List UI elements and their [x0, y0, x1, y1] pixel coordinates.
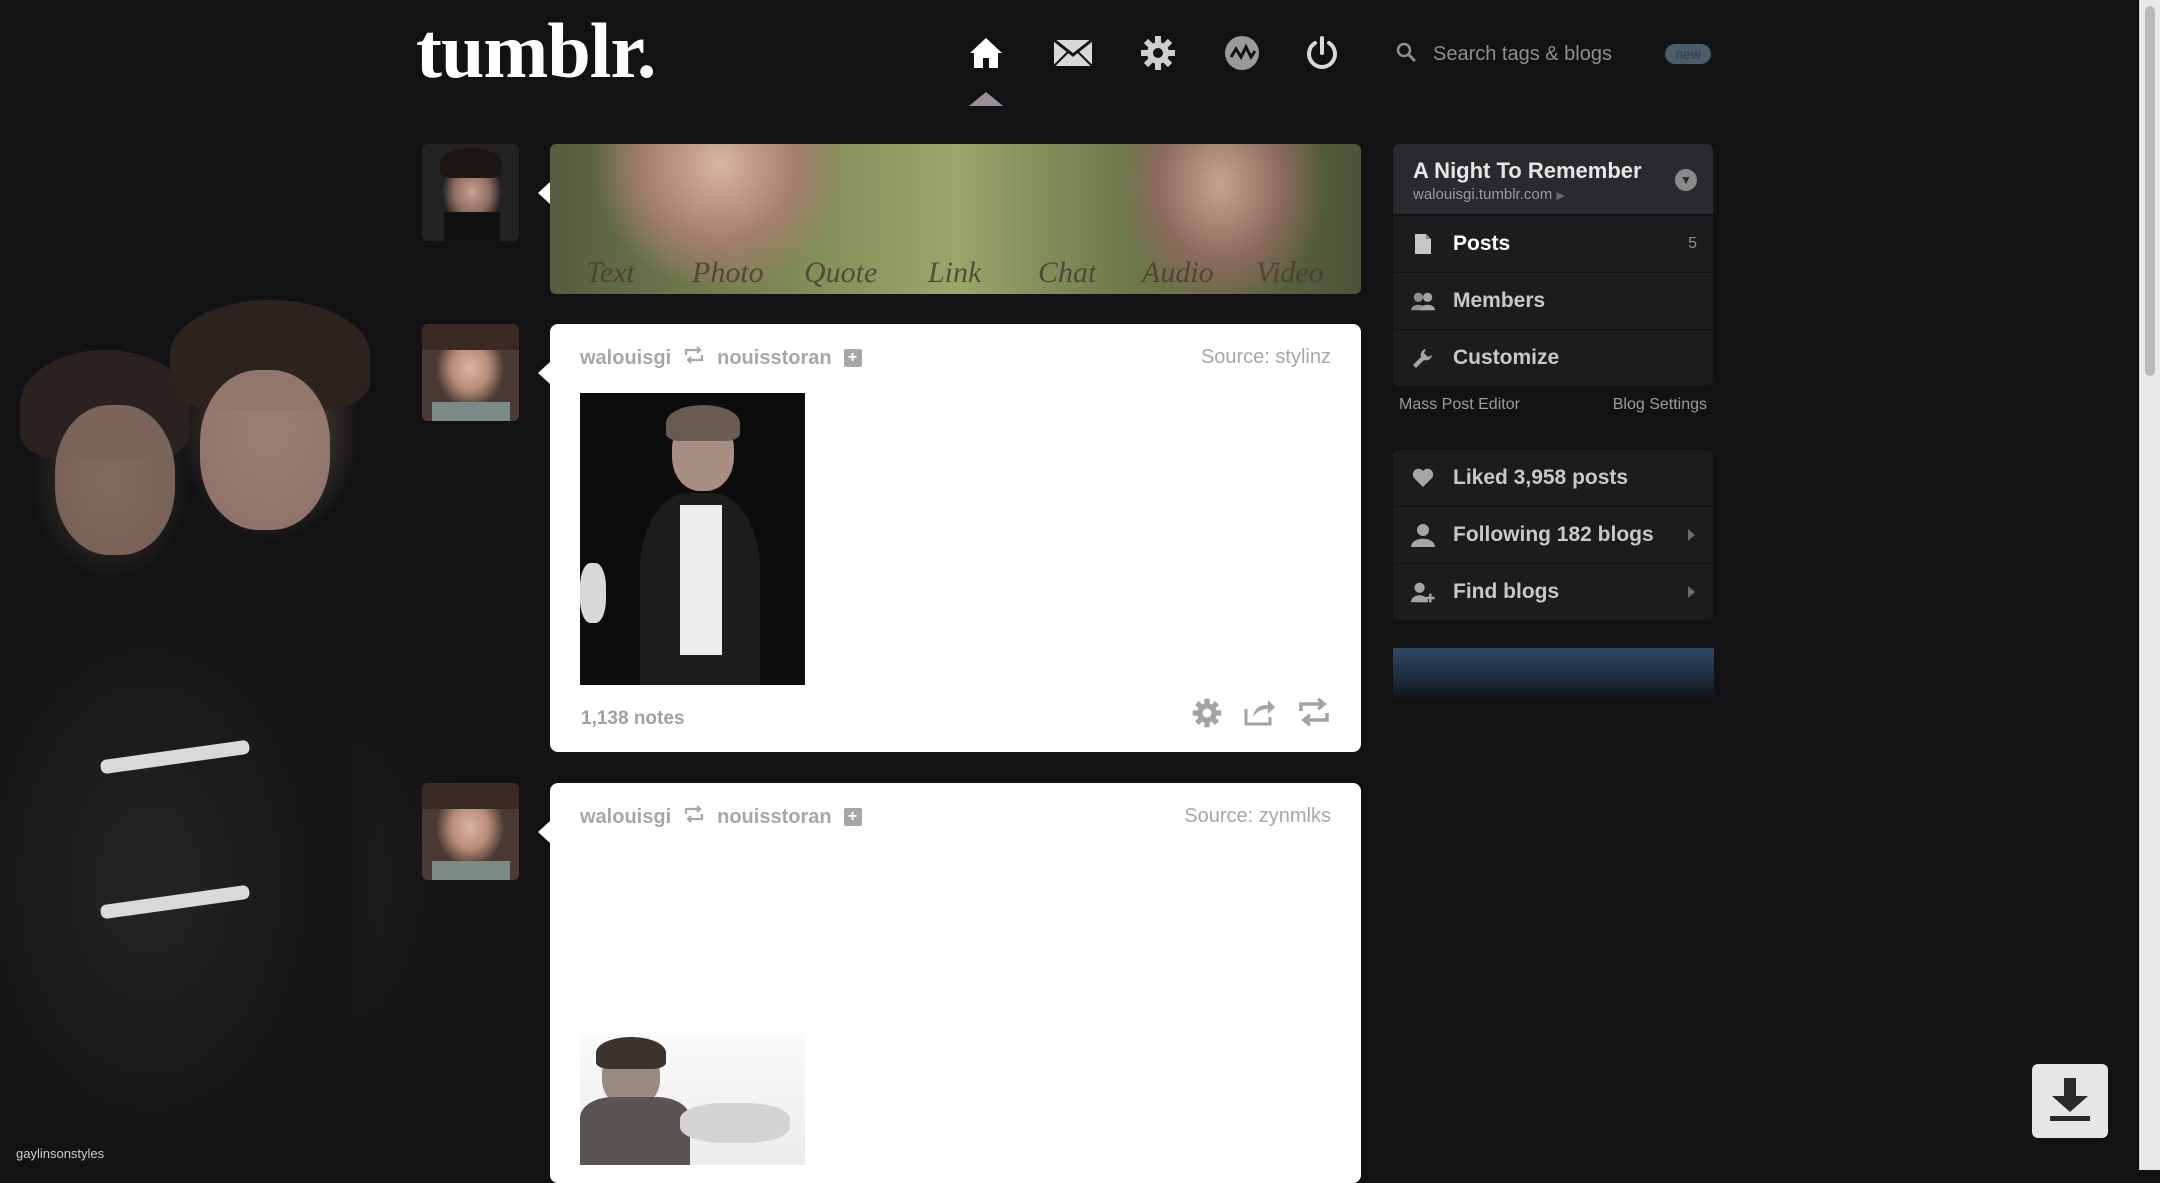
- account-menu: Liked 3,958 posts Following 182 blogs Fi…: [1393, 450, 1713, 620]
- post-author[interactable]: walouisgi: [580, 806, 671, 829]
- person-icon: [1411, 523, 1435, 547]
- compose-video[interactable]: Video: [1256, 256, 1324, 290]
- post-photo[interactable]: [580, 1033, 805, 1165]
- chevron-right-icon: [1688, 529, 1695, 541]
- my-avatar[interactable]: [422, 144, 519, 241]
- home-icon[interactable]: [963, 30, 1009, 76]
- photo-post: walouisgi nouisstoran + Source: stylinz …: [550, 324, 1361, 752]
- post-notch: [538, 362, 550, 384]
- blog-sidebar: A Night To Remember walouisgi.tumblr.com…: [1393, 144, 1713, 620]
- compose-link[interactable]: Link: [928, 256, 1038, 290]
- sidebar-item-label: Customize: [1453, 346, 1560, 369]
- blog-settings-link[interactable]: Blog Settings: [1613, 396, 1707, 432]
- post-avatar[interactable]: [422, 324, 519, 421]
- mass-post-editor-link[interactable]: Mass Post Editor: [1399, 396, 1520, 432]
- tumblr-logo[interactable]: tumblr.: [416, 6, 656, 96]
- search-input[interactable]: [1431, 41, 1635, 67]
- search-new-badge: new: [1665, 44, 1711, 64]
- blog-menu: A Night To Remember walouisgi.tumblr.com…: [1393, 144, 1713, 386]
- background-watermark: gaylinsonstyles: [16, 1146, 105, 1161]
- post-compose-banner: Text Photo Quote Link Chat Audio Video: [550, 144, 1361, 294]
- post-type-labels: Text Photo Quote Link Chat Audio Video: [586, 256, 1324, 290]
- compose-photo[interactable]: Photo: [692, 256, 804, 290]
- sidebar-item-label: Find blogs: [1453, 580, 1560, 603]
- sidebar-item-likes[interactable]: Liked 3,958 posts: [1393, 450, 1713, 506]
- wrench-icon: [1411, 346, 1435, 370]
- download-button[interactable]: [2032, 1064, 2108, 1138]
- post-notes[interactable]: 1,138 notes: [581, 708, 685, 730]
- download-icon: [2048, 1076, 2092, 1127]
- posts-count: 5: [1688, 235, 1697, 252]
- page-scrollbar[interactable]: [2139, 0, 2160, 1170]
- post-header: walouisgi nouisstoran +: [580, 346, 862, 370]
- gear-icon[interactable]: [1135, 30, 1181, 76]
- post-settings-icon[interactable]: [1191, 697, 1223, 734]
- document-icon: [1411, 232, 1435, 256]
- share-icon[interactable]: [1243, 697, 1277, 734]
- members-icon: [1411, 289, 1435, 313]
- post-source[interactable]: Source: zynmlks: [1184, 805, 1331, 828]
- add-person-icon: [1411, 580, 1435, 604]
- compose-audio[interactable]: Audio: [1142, 256, 1256, 290]
- compose-chat[interactable]: Chat: [1038, 256, 1142, 290]
- post-notch: [538, 821, 550, 843]
- compose-notch: [538, 182, 550, 204]
- power-icon[interactable]: [1299, 30, 1345, 76]
- chevron-right-icon: [1688, 586, 1695, 598]
- blog-links: Mass Post Editor Blog Settings: [1393, 386, 1713, 432]
- post-source[interactable]: Source: stylinz: [1201, 346, 1331, 369]
- search-bar[interactable]: new: [1395, 36, 1711, 72]
- activity-icon[interactable]: [1219, 30, 1265, 76]
- heart-icon: [1411, 466, 1435, 490]
- reblog-button-icon[interactable]: [1297, 697, 1331, 734]
- post-avatar[interactable]: [422, 783, 519, 880]
- post-photo[interactable]: [580, 393, 805, 685]
- sidebar-item-label: Posts: [1453, 232, 1511, 255]
- compose-text[interactable]: Text: [586, 256, 692, 290]
- compose-quote[interactable]: Quote: [804, 256, 928, 290]
- sidebar-item-label: Liked 3,958 posts: [1453, 466, 1629, 489]
- sidebar-item-members[interactable]: Members: [1393, 272, 1713, 329]
- blog-title[interactable]: A Night To Remember: [1413, 158, 1642, 184]
- reblog-icon: [683, 805, 705, 829]
- post-author[interactable]: walouisgi: [580, 347, 671, 370]
- reblogged-from[interactable]: nouisstoran: [717, 347, 831, 370]
- sidebar-item-find-blogs[interactable]: Find blogs: [1393, 563, 1713, 620]
- sidebar-item-following[interactable]: Following 182 blogs: [1393, 506, 1713, 563]
- photo-post: walouisgi nouisstoran + Source: zynmlks: [550, 783, 1361, 1183]
- follow-plus-icon[interactable]: +: [843, 349, 862, 367]
- sidebar-item-label: Following 182 blogs: [1453, 523, 1654, 546]
- radar-widget[interactable]: [1393, 648, 1714, 700]
- scrollbar-thumb[interactable]: [2145, 6, 2155, 376]
- blog-header[interactable]: A Night To Remember walouisgi.tumblr.com…: [1393, 144, 1713, 215]
- sidebar-item-posts[interactable]: Posts 5: [1393, 215, 1713, 272]
- sidebar-item-customize[interactable]: Customize: [1393, 329, 1713, 386]
- reblog-icon: [683, 346, 705, 370]
- chevron-down-icon[interactable]: ▼: [1675, 169, 1697, 191]
- active-nav-caret: [969, 92, 1003, 106]
- blog-url[interactable]: walouisgi.tumblr.com ▶: [1413, 186, 1565, 203]
- post-header: walouisgi nouisstoran +: [580, 805, 862, 829]
- post-actions: [1191, 697, 1331, 734]
- mail-icon[interactable]: [1050, 30, 1096, 76]
- search-icon: [1395, 41, 1417, 68]
- reblogged-from[interactable]: nouisstoran: [717, 806, 831, 829]
- follow-plus-icon[interactable]: +: [843, 808, 862, 826]
- sidebar-item-label: Members: [1453, 289, 1546, 312]
